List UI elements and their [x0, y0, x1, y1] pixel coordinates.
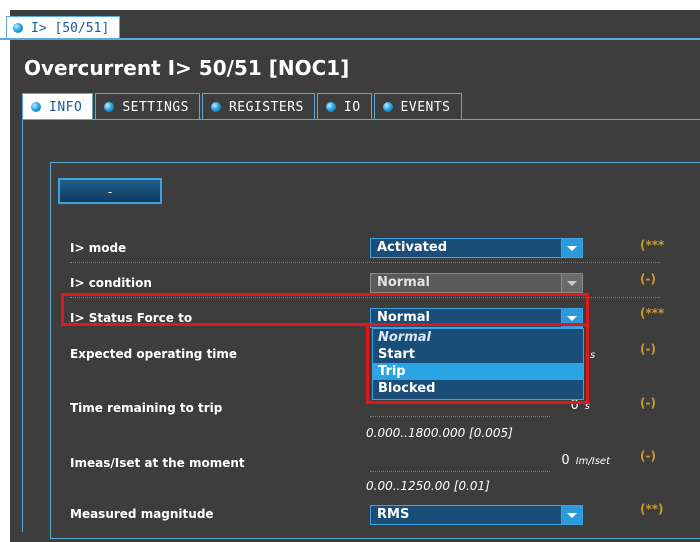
tab-i-50-51[interactable]: I> [50/51]	[6, 16, 121, 39]
expected-time-unit: s	[590, 350, 596, 361]
condition-select: Normal	[370, 273, 583, 293]
status-force-dropdown[interactable]: Normal Start Trip Blocked	[372, 328, 584, 400]
top-tab-underline	[0, 38, 700, 40]
status-dot-icon	[13, 23, 23, 33]
measured-magnitude-ref: (**)	[640, 502, 664, 516]
option-normal[interactable]: Normal	[373, 329, 583, 346]
tab-registers[interactable]: REGISTERS	[201, 93, 315, 120]
top-tab-label: I> [50/51]	[31, 20, 110, 36]
status-force-ref: (***	[640, 306, 665, 320]
imeas-range: 0.00..1250.00 [0.01]	[366, 479, 490, 493]
measured-magnitude-select[interactable]: RMS	[370, 505, 583, 525]
time-remaining-range: 0.000..1800.000 [0.005]	[366, 426, 513, 440]
tab-registers-label: REGISTERS	[228, 99, 304, 115]
tab-info[interactable]: INFO	[22, 93, 94, 120]
option-trip[interactable]: Trip	[373, 363, 583, 380]
measured-magnitude-label: Measured magnitude	[70, 507, 214, 521]
tab-settings[interactable]: SETTINGS	[95, 93, 200, 120]
subtab-bar: INFO SETTINGS REGISTERS IO EVENTS	[22, 93, 464, 120]
row-divider	[370, 416, 550, 417]
mode-select-value: Activated	[377, 240, 448, 255]
condition-label: I> condition	[70, 276, 152, 290]
status-dot-icon	[325, 102, 336, 112]
chevron-down-icon	[561, 274, 582, 292]
page-title: Overcurrent I> 50/51 [NOC1]	[24, 56, 350, 80]
imeas-value: 0 Im/Iset	[370, 453, 610, 473]
chevron-down-icon[interactable]	[561, 239, 582, 257]
row-divider	[70, 262, 660, 263]
highlight-box	[61, 293, 589, 326]
option-blocked[interactable]: Blocked	[373, 380, 583, 397]
chevron-down-icon[interactable]	[561, 506, 582, 524]
mode-label: I> mode	[70, 241, 127, 255]
mode-select[interactable]: Activated	[370, 238, 583, 258]
imeas-unit: Im/Iset	[575, 456, 610, 467]
condition-ref: (-)	[640, 272, 656, 286]
tab-events-label: EVENTS	[400, 99, 451, 115]
imeas-label: Imeas/Iset at the moment	[70, 456, 245, 470]
time-remaining-ref: (-)	[640, 396, 656, 410]
collapse-button[interactable]: -	[58, 178, 162, 204]
tab-events[interactable]: EVENTS	[373, 93, 462, 120]
status-dot-icon	[31, 102, 41, 112]
status-dot-icon	[382, 102, 393, 112]
tab-io-label: IO	[343, 99, 361, 115]
tab-settings-label: SETTINGS	[122, 99, 189, 115]
mode-ref: (***	[640, 238, 665, 252]
imeas-number: 0	[561, 453, 570, 468]
condition-select-value: Normal	[377, 275, 430, 290]
expected-time-label: Expected operating time	[70, 347, 238, 361]
expected-time-ref: (-)	[640, 342, 656, 356]
time-remaining-label: Time remaining to trip	[70, 401, 223, 415]
row-divider	[370, 471, 550, 472]
tab-io[interactable]: IO	[316, 93, 372, 120]
status-dot-icon	[210, 102, 221, 112]
status-dot-icon	[104, 102, 115, 112]
measured-magnitude-value: RMS	[377, 507, 410, 522]
option-start[interactable]: Start	[373, 346, 583, 363]
imeas-ref: (-)	[640, 449, 656, 463]
tab-info-label: INFO	[49, 99, 83, 115]
